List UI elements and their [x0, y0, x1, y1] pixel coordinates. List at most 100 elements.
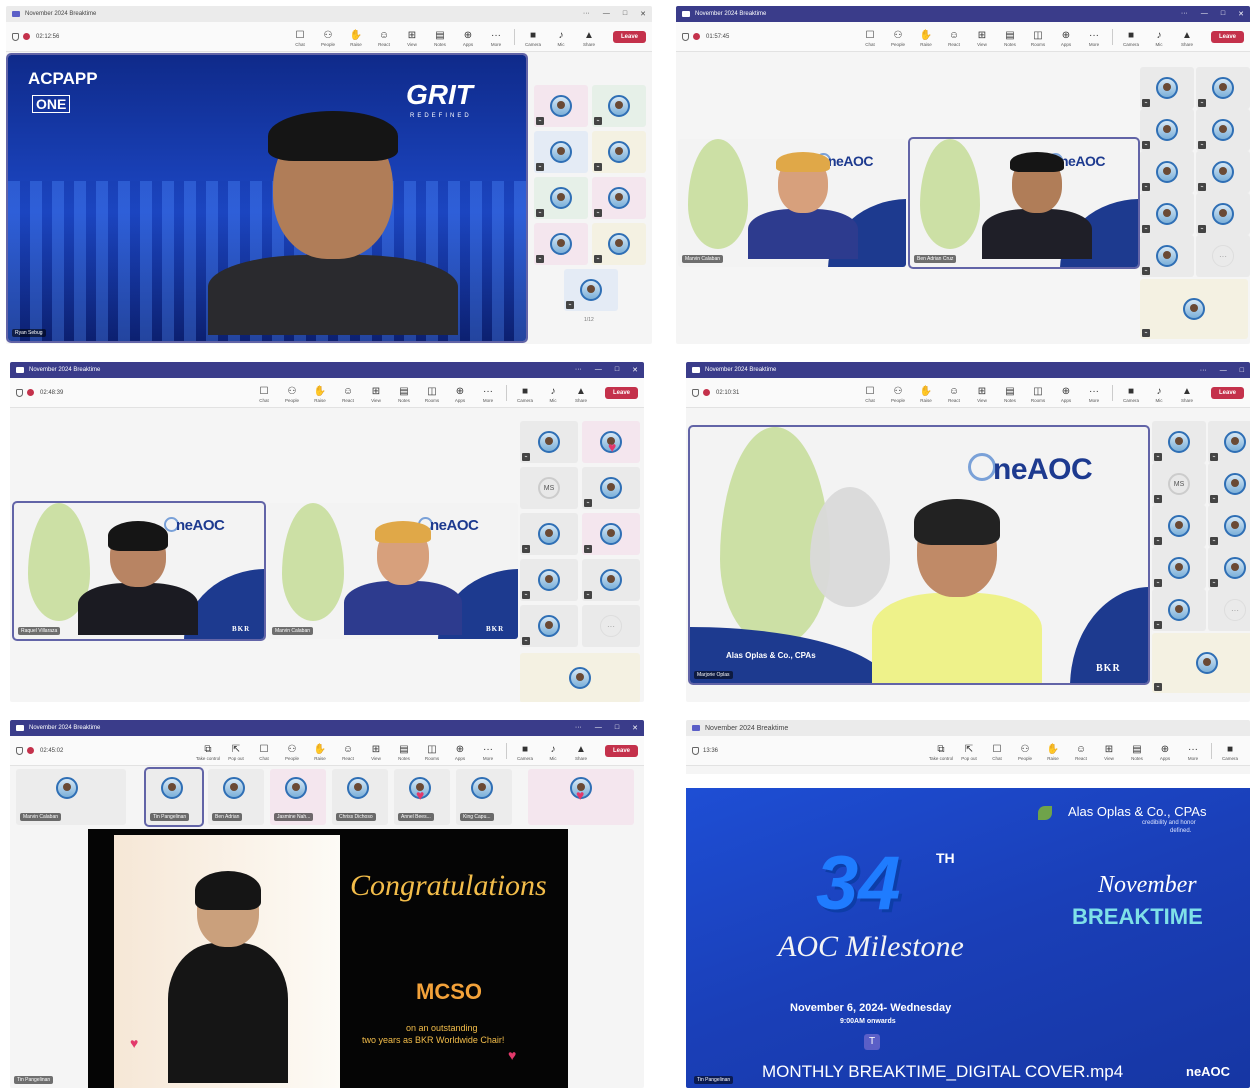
raise-button[interactable]: ✋ Raise: [342, 30, 370, 47]
people-button[interactable]: ⚇ People: [278, 744, 306, 761]
video-tile[interactable]: neAOC BKR Raquel Villaraza: [12, 501, 266, 641]
maximize-button[interactable]: □: [623, 10, 627, 18]
chat-button[interactable]: ☐ Chat: [856, 386, 884, 403]
minimize-button[interactable]: —: [1201, 10, 1208, 18]
more-button[interactable]: ··· More: [1080, 30, 1108, 47]
strip-tile[interactable]: Ben Adrian: [208, 769, 264, 825]
share-button[interactable]: ▲ Share: [567, 386, 595, 403]
more-participants-icon[interactable]: ···: [600, 615, 622, 637]
close-button[interactable]: ✕: [632, 366, 638, 374]
more-window-button[interactable]: ···: [583, 10, 590, 18]
active-speaker-video[interactable]: ACPAPP ONE GRIT REDEFINED Ryan Sebug: [6, 53, 528, 343]
people-button[interactable]: ⚇ People: [884, 30, 912, 47]
view-button[interactable]: ⊞ View: [968, 30, 996, 47]
close-button[interactable]: ✕: [640, 10, 646, 18]
leave-button[interactable]: Leave: [612, 30, 646, 43]
pop-out-button[interactable]: ⇱ Pop out: [955, 744, 983, 761]
mic-button[interactable]: ♪ Mic: [539, 386, 567, 403]
view-button[interactable]: ⊞ View: [362, 744, 390, 761]
strip-tile[interactable]: Chriss Dichoso: [332, 769, 388, 825]
leave-button[interactable]: Leave: [604, 744, 638, 757]
chat-button[interactable]: ☐ Chat: [983, 744, 1011, 761]
video-tile[interactable]: neAOC BKR Marvin Calaban: [268, 503, 518, 639]
notes-button[interactable]: ▤ Notes: [996, 30, 1024, 47]
apps-button[interactable]: ⊕ Apps: [446, 386, 474, 403]
more-participants-icon[interactable]: ···: [1224, 599, 1246, 621]
mic-button[interactable]: ♪ Mic: [1145, 30, 1173, 47]
strip-tile[interactable]: King Capu...: [456, 769, 512, 825]
maximize-button[interactable]: □: [1221, 10, 1225, 18]
notes-button[interactable]: ▤ Notes: [1123, 744, 1151, 761]
more-window-button[interactable]: ···: [575, 366, 582, 374]
pop-out-button[interactable]: ⇱ Pop out: [222, 744, 250, 761]
mic-button[interactable]: ♪ Mic: [539, 744, 567, 761]
share-button[interactable]: ▲ Share: [1173, 30, 1201, 47]
view-button[interactable]: ⊞ View: [968, 386, 996, 403]
react-button[interactable]: ☺ React: [370, 30, 398, 47]
minimize-button[interactable]: —: [1220, 367, 1227, 374]
more-button[interactable]: ··· More: [482, 30, 510, 47]
leave-button[interactable]: Leave: [1210, 386, 1244, 399]
chat-button[interactable]: ☐ Chat: [250, 744, 278, 761]
rooms-button[interactable]: ◫ Rooms: [418, 744, 446, 761]
share-button[interactable]: ▲ Share: [575, 30, 603, 47]
gallery-pager[interactable]: 1/12: [584, 317, 594, 323]
maximize-button[interactable]: □: [615, 366, 619, 374]
maximize-button[interactable]: □: [615, 724, 619, 732]
strip-tile[interactable]: Jasmine Nah...: [270, 769, 326, 825]
raise-button[interactable]: ✋ Raise: [1039, 744, 1067, 761]
minimize-button[interactable]: —: [595, 366, 602, 374]
strip-tile[interactable]: ♥ Annel Bees...: [394, 769, 450, 825]
video-tile[interactable]: neAOC Marvin Calaban: [678, 139, 906, 267]
react-button[interactable]: ☺ React: [940, 386, 968, 403]
raise-button[interactable]: ✋ Raise: [912, 30, 940, 47]
notes-button[interactable]: ▤ Notes: [426, 30, 454, 47]
apps-button[interactable]: ⊕ Apps: [1052, 30, 1080, 47]
active-speaker-video[interactable]: neAOC BKR Alas Oplas & Co., CPAs Marjori…: [688, 425, 1150, 685]
camera-button[interactable]: ■ Camera: [511, 386, 539, 403]
more-button[interactable]: ··· More: [474, 386, 502, 403]
raise-button[interactable]: ✋ Raise: [306, 386, 334, 403]
camera-button[interactable]: ■ Camera: [519, 30, 547, 47]
rooms-button[interactable]: ◫ Rooms: [1024, 386, 1052, 403]
apps-button[interactable]: ⊕ Apps: [454, 30, 482, 47]
react-button[interactable]: ☺ React: [940, 30, 968, 47]
people-button[interactable]: ⚇ People: [278, 386, 306, 403]
react-button[interactable]: ☺ React: [1067, 744, 1095, 761]
more-window-button[interactable]: ···: [1181, 10, 1188, 18]
apps-button[interactable]: ⊕ Apps: [1151, 744, 1179, 761]
react-button[interactable]: ☺ React: [334, 744, 362, 761]
notes-button[interactable]: ▤ Notes: [390, 744, 418, 761]
raise-button[interactable]: ✋ Raise: [912, 386, 940, 403]
rooms-button[interactable]: ◫ Rooms: [1024, 30, 1052, 47]
leave-button[interactable]: Leave: [1210, 30, 1244, 43]
minimize-button[interactable]: —: [603, 10, 610, 18]
maximize-button[interactable]: □: [1240, 367, 1244, 374]
more-window-button[interactable]: ···: [575, 724, 582, 732]
notes-button[interactable]: ▤ Notes: [390, 386, 418, 403]
react-button[interactable]: ☺ React: [334, 386, 362, 403]
share-button[interactable]: ▲ Share: [1173, 386, 1201, 403]
share-button[interactable]: ▲ Share: [567, 744, 595, 761]
minimize-button[interactable]: —: [595, 724, 602, 732]
take-control-button[interactable]: ⧉ Take control: [927, 744, 955, 761]
raise-button[interactable]: ✋ Raise: [306, 744, 334, 761]
people-button[interactable]: ⚇ People: [314, 30, 342, 47]
people-button[interactable]: ⚇ People: [884, 386, 912, 403]
notes-button[interactable]: ▤ Notes: [996, 386, 1024, 403]
more-button[interactable]: ··· More: [1080, 386, 1108, 403]
camera-button[interactable]: ■ Camera: [1216, 744, 1244, 761]
mic-button[interactable]: ♪ Mic: [547, 30, 575, 47]
self-view-tile[interactable]: ♥: [528, 769, 634, 825]
leave-button[interactable]: Leave: [604, 386, 638, 399]
more-button[interactable]: ··· More: [1179, 744, 1207, 761]
view-button[interactable]: ⊞ View: [1095, 744, 1123, 761]
chat-button[interactable]: ☐ Chat: [250, 386, 278, 403]
apps-button[interactable]: ⊕ Apps: [1052, 386, 1080, 403]
chat-button[interactable]: ☐ Chat: [286, 30, 314, 47]
view-button[interactable]: ⊞ View: [362, 386, 390, 403]
camera-button[interactable]: ■ Camera: [1117, 30, 1145, 47]
chat-button[interactable]: ☐ Chat: [856, 30, 884, 47]
strip-tile[interactable]: Tin Pangelinan: [144, 767, 204, 827]
rooms-button[interactable]: ◫ Rooms: [418, 386, 446, 403]
